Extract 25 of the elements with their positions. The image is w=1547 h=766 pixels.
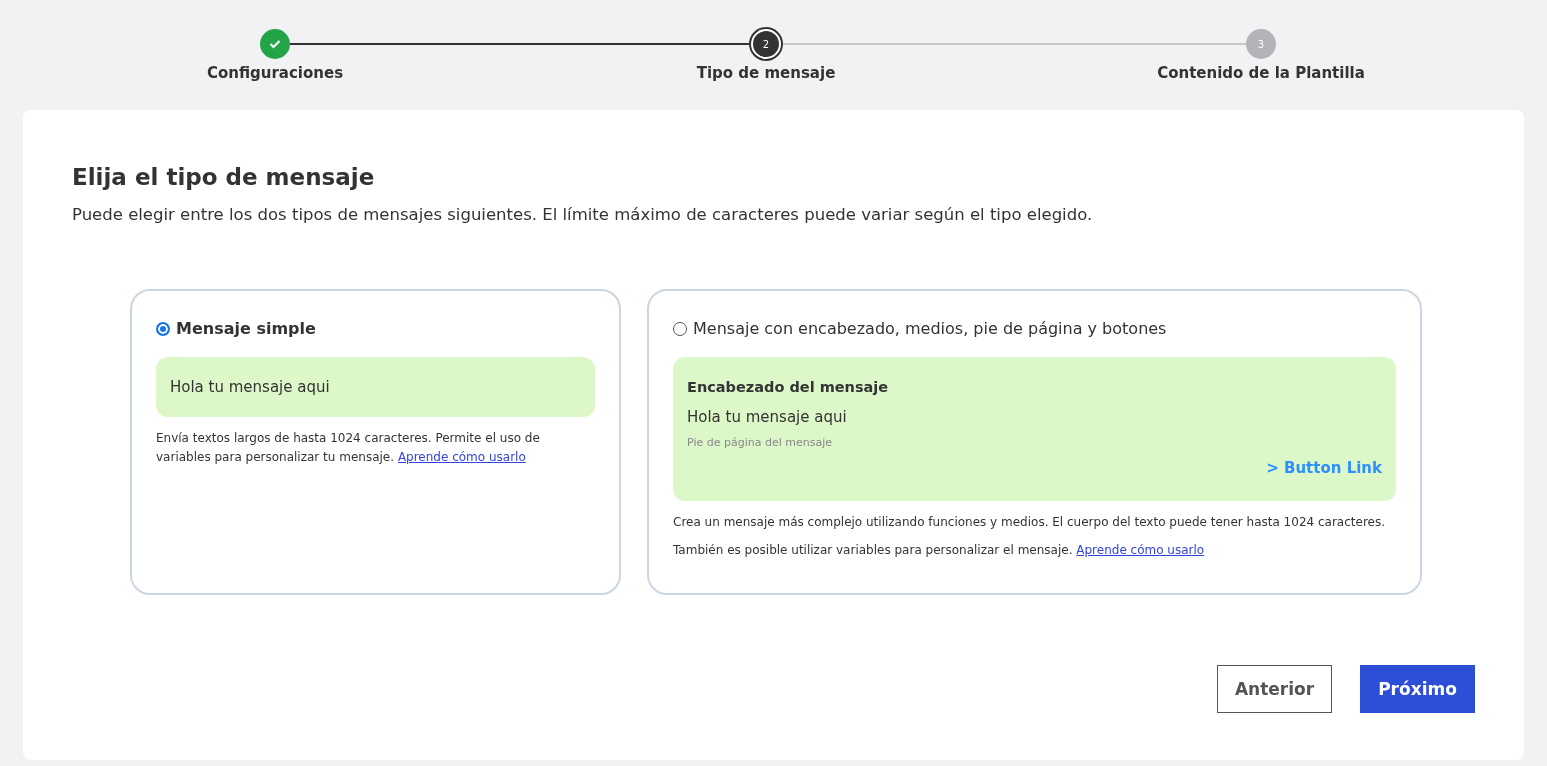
learn-link[interactable]: Aprende cómo usarlo (1076, 543, 1205, 558)
check-icon (269, 39, 281, 49)
option-label[interactable]: Mensaje simple (176, 317, 316, 342)
radio-button[interactable] (673, 322, 687, 337)
option-card[interactable]: Mensaje simple Hola tu mensaje aqui Envía textos largos de hasta 1024 caracteres. Permite el uso de variables para personalizar tu mensaje. Aprende cómo usarlo (130, 289, 621, 596)
option-label[interactable]: Mensaje con encabezado, medios, pie de página y botones (693, 317, 1167, 342)
step-indicator: 2 (751, 29, 781, 59)
radio-button[interactable] (156, 322, 170, 337)
option-description: Crea un mensaje más complejo utilizando funciones y medios. El cuerpo del texto puede tener hasta 1024 caracteres. (673, 514, 1386, 532)
preview-footer: Pie de página del mensaje (687, 434, 832, 451)
next-button[interactable]: Próximo (1360, 665, 1475, 714)
step-label: Contenido de la Plantilla (1157, 63, 1365, 84)
step-label: Configuraciones (206, 63, 344, 84)
option-description: Envía textos largos de hasta 1024 caracteres. Permite el uso de variables para personalizar tu mensaje. Aprende cómo usarlo (156, 430, 541, 467)
preview-body: Hola tu mensaje aqui (687, 407, 847, 428)
preview-body: Hola tu mensaje aqui (170, 377, 330, 398)
learn-link[interactable]: Aprende cómo usarlo (397, 450, 526, 465)
preview-header: Encabezado del mensaje (687, 378, 889, 398)
step-label: Tipo de mensaje (696, 63, 836, 84)
page-heading: Elija el tipo de mensaje (72, 163, 376, 192)
page-description: Puede elegir entre los dos tipos de mensajes siguientes. El límite máximo de caracteres puede variar según el tipo elegido. (72, 203, 1094, 226)
step-indicator: 3 (1246, 29, 1276, 59)
back-button[interactable]: Anterior (1217, 665, 1332, 714)
option-description: También es posible utilizar variables para personalizar el mensaje. Aprende cómo usarlo (673, 542, 1206, 560)
option-card[interactable] (647, 289, 1422, 596)
